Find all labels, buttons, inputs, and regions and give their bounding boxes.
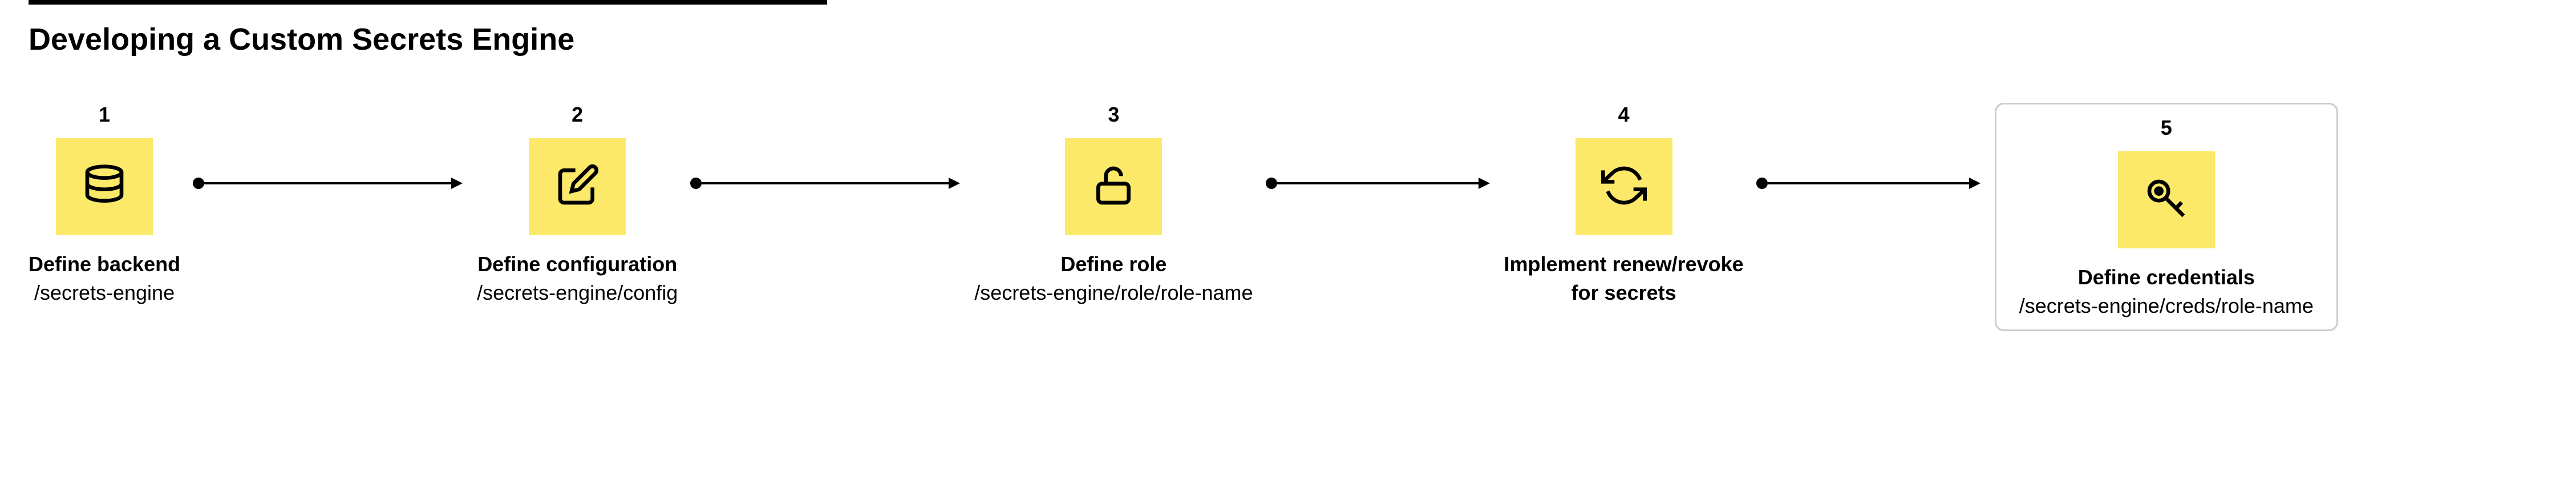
- step-1: 1 Define backend /secrets-engine: [29, 103, 180, 305]
- step-number: 1: [99, 103, 110, 127]
- step-path: /secrets-engine/role/role-name: [974, 281, 1253, 305]
- step-icon-box: [529, 138, 626, 235]
- step-path: /secrets-engine/config: [477, 281, 678, 305]
- arrow: [1253, 135, 1504, 232]
- header-rule: [29, 0, 827, 5]
- flow-diagram: 1 Define backend /secrets-engine 2 Defin…: [0, 103, 2576, 331]
- step-number: 2: [572, 103, 583, 127]
- step-title: Define role: [1060, 252, 1167, 276]
- step-4: 4 Implement renew/revoke for secrets: [1504, 103, 1744, 305]
- step-icon-box: [1575, 138, 1672, 235]
- highlighted-step-box: 5 Define credentials /secrets-engine/cre…: [1995, 103, 2338, 331]
- step-3: 3 Define role /secrets-engine/role/role-…: [974, 103, 1253, 305]
- step-icon-box: [1065, 138, 1162, 235]
- key-icon: [2144, 176, 2189, 224]
- step-number: 3: [1108, 103, 1119, 127]
- step-icon-box: [2118, 151, 2215, 248]
- step-title: Define credentials: [2078, 265, 2255, 289]
- step-title: Define configuration: [477, 252, 677, 276]
- step-title: Implement renew/revoke: [1504, 252, 1744, 276]
- database-icon: [82, 163, 127, 211]
- step-path: /secrets-engine/creds/role-name: [2019, 294, 2314, 318]
- step-icon-box: [56, 138, 153, 235]
- step-number: 4: [1618, 103, 1630, 127]
- unlock-icon: [1091, 163, 1136, 211]
- arrow: [180, 135, 477, 232]
- arrow: [678, 135, 974, 232]
- arrow: [1744, 135, 1995, 232]
- step-path: for secrets: [1571, 281, 1676, 305]
- step-2: 2 Define configuration /secrets-engine/c…: [477, 103, 678, 305]
- diagram-title: Developing a Custom Secrets Engine: [29, 22, 2576, 57]
- refresh-icon: [1601, 163, 1647, 211]
- step-path: /secrets-engine: [34, 281, 175, 305]
- step-title: Define backend: [29, 252, 180, 276]
- step-5: 5 Define credentials /secrets-engine/cre…: [2019, 116, 2314, 318]
- edit-icon: [554, 163, 600, 211]
- step-number: 5: [2161, 116, 2172, 140]
